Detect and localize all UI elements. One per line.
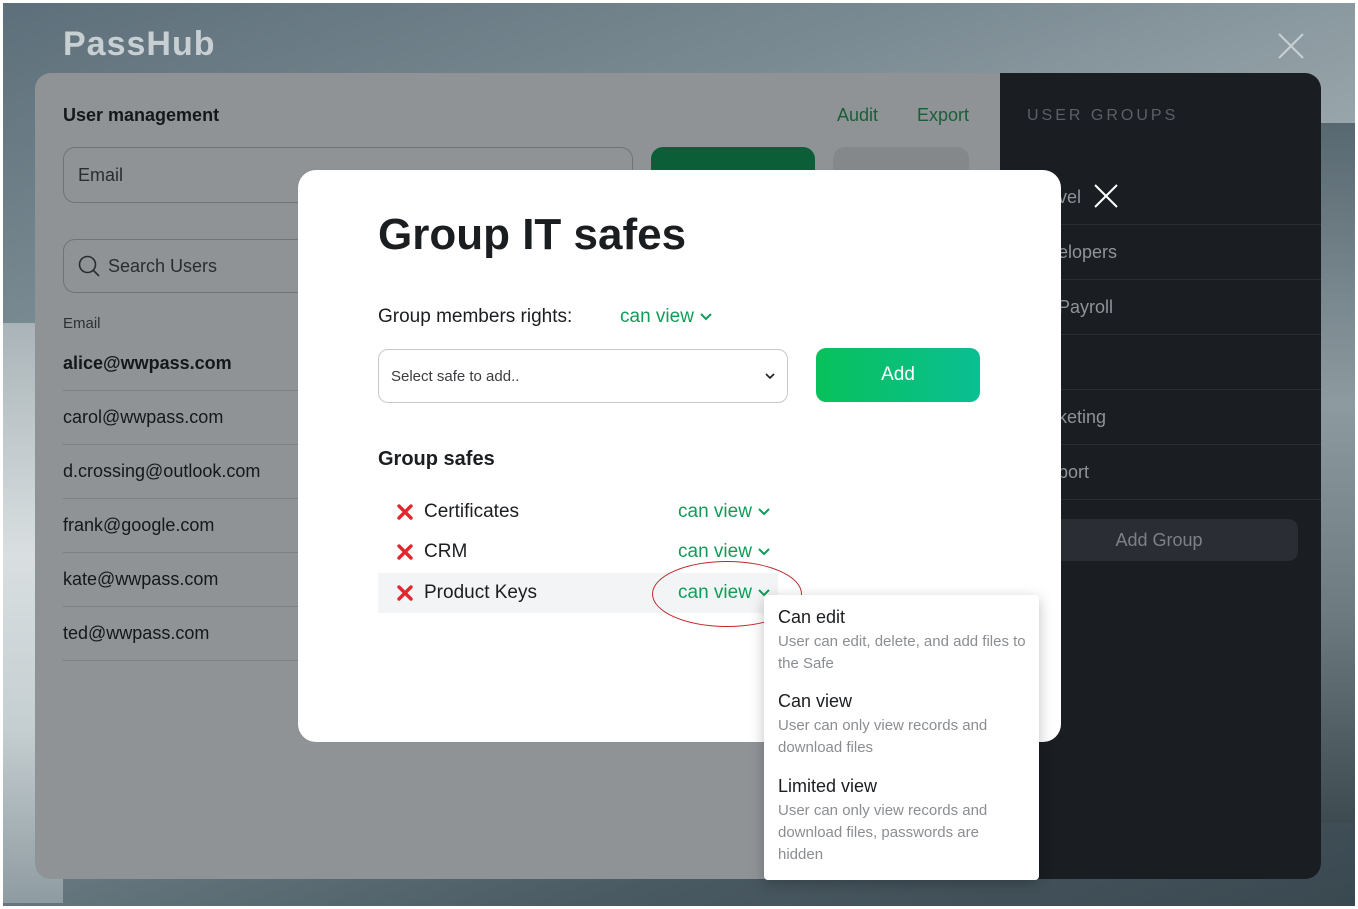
- chevron-down-icon: [758, 548, 770, 556]
- remove-icon[interactable]: [396, 503, 414, 521]
- search-icon: [78, 255, 100, 277]
- group-rights-dropdown[interactable]: can view: [620, 306, 712, 328]
- modal-title: Group IT safes: [378, 210, 687, 259]
- option-title: Can edit: [778, 607, 846, 627]
- close-icon[interactable]: [1093, 183, 1119, 209]
- group-safes-header: Group safes: [378, 448, 495, 470]
- safe-name: CRM: [424, 541, 468, 562]
- background-rocks: [1315, 123, 1355, 823]
- safe-row: CRM can view: [378, 532, 778, 572]
- safe-row: Certificates can view: [378, 492, 778, 532]
- user-row[interactable]: d.crossing@outlook.com: [63, 445, 313, 499]
- safe-name: Product Keys: [424, 582, 537, 603]
- option-description: User can only view records and download …: [778, 717, 988, 756]
- option-description: User can only view records and download …: [778, 802, 988, 863]
- safe-rights-value: can view: [678, 541, 752, 562]
- select-safe-dropdown[interactable]: Select safe to add..: [378, 349, 788, 403]
- user-row[interactable]: carol@wwpass.com: [63, 391, 313, 445]
- select-safe-placeholder: Select safe to add..: [391, 367, 520, 385]
- group-label: elopers: [1058, 241, 1118, 262]
- chevron-down-icon: [765, 372, 775, 379]
- rights-value: can view: [620, 306, 694, 327]
- rights-label: Group members rights:: [378, 306, 573, 327]
- user-row[interactable]: alice@wwpass.com: [63, 337, 313, 391]
- user-groups-header: USER GROUPS: [1027, 107, 1179, 124]
- passhub-logo: PassHub: [63, 25, 216, 63]
- option-description: User can edit, delete, and add files to …: [778, 633, 1026, 672]
- safe-name: Certificates: [424, 501, 520, 522]
- safe-row: Product Keys can view: [378, 573, 778, 613]
- menu-item-can-edit[interactable]: Can edit User can edit, delete, and add …: [778, 607, 1026, 675]
- audit-link[interactable]: Audit: [837, 105, 878, 126]
- user-row[interactable]: kate@wwpass.com: [63, 553, 313, 607]
- page-title: User management: [63, 105, 220, 125]
- remove-icon[interactable]: [396, 584, 414, 602]
- option-title: Can view: [778, 691, 853, 711]
- menu-item-limited-view[interactable]: Limited view User can only view records …: [778, 776, 1026, 866]
- add-group-button[interactable]: Add Group: [1020, 519, 1298, 561]
- rights-dropdown-menu: Can edit User can edit, delete, and add …: [764, 595, 1039, 880]
- chevron-down-icon: [758, 508, 770, 516]
- safe-rights-dropdown[interactable]: can view: [678, 541, 770, 563]
- group-label: vel: [1058, 186, 1082, 207]
- safe-rights-dropdown[interactable]: can view: [678, 582, 770, 604]
- close-icon[interactable]: [1276, 31, 1306, 61]
- safe-rights-value: can view: [678, 582, 752, 603]
- search-placeholder: Search Users: [108, 255, 218, 276]
- user-row[interactable]: ted@wwpass.com: [63, 607, 313, 661]
- group-label: port: [1058, 461, 1090, 482]
- email-column-header: Email: [63, 315, 101, 332]
- remove-icon[interactable]: [396, 543, 414, 561]
- safe-rights-dropdown[interactable]: can view: [678, 501, 770, 523]
- option-title: Limited view: [778, 776, 878, 796]
- group-label: Payroll: [1058, 296, 1114, 317]
- chevron-down-icon: [700, 313, 712, 321]
- safe-rights-value: can view: [678, 501, 752, 522]
- group-label: keting: [1058, 406, 1107, 427]
- export-link[interactable]: Export: [917, 105, 969, 126]
- add-safe-button[interactable]: Add: [816, 348, 980, 402]
- user-row[interactable]: frank@google.com: [63, 499, 313, 553]
- menu-item-can-view[interactable]: Can view User can only view records and …: [778, 691, 1026, 759]
